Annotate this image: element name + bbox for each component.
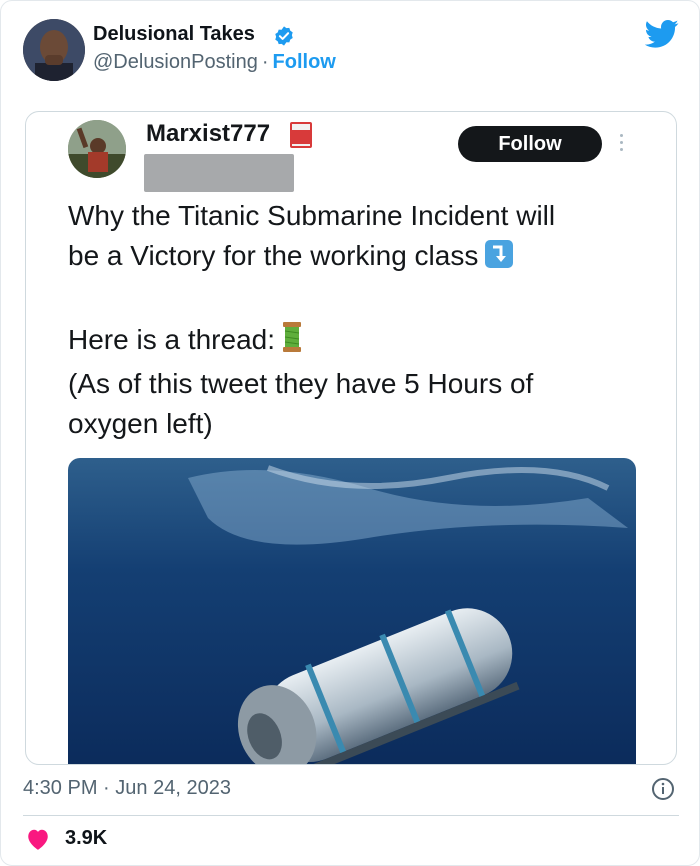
info-icon[interactable] [651, 777, 675, 801]
thread-line: Here is a thread: [68, 324, 275, 355]
thread-spool-emoji-icon [281, 321, 303, 364]
embedded-tweet-screenshot: Marxist777 Follow Why the Titanic Submar… [25, 111, 677, 765]
redacted-handle [144, 154, 294, 192]
down-arrow-emoji-icon [484, 239, 514, 280]
heart-icon[interactable] [25, 827, 51, 851]
closed-book-emoji-icon [290, 122, 312, 148]
footer-divider [23, 815, 679, 816]
embedded-tweet-text: Why the Titanic Submarine Incident will … [68, 196, 658, 444]
submarine-photo [68, 458, 636, 764]
follow-link[interactable]: Follow [273, 51, 336, 73]
text-line: Why the Titanic Submarine Incident will [68, 200, 556, 231]
author-avatar[interactable] [23, 19, 85, 81]
tweet-date: Jun 24, 2023 [115, 777, 231, 799]
embedded-avatar [68, 120, 126, 178]
text-line-with-emoji: be a Victory for the working class [68, 236, 658, 280]
text-line: (As of this tweet they have 5 Hours of [68, 368, 534, 399]
handle-separator: · [261, 51, 269, 73]
like-count[interactable]: 3.9K [65, 827, 107, 850]
tweet-time: 4:30 PM [23, 777, 98, 799]
text-line: be a Victory for the working class [68, 240, 479, 271]
tweet-card: Delusional Takes @DelusionPosting · Follow… [0, 0, 700, 866]
embedded-follow-button: Follow [458, 126, 602, 162]
author-name[interactable]: Delusional Takes [93, 23, 255, 46]
text-line-with-emoji: Here is a thread: [68, 320, 658, 364]
more-options-icon [620, 134, 626, 156]
author-handle-row: @DelusionPosting · Follow [93, 51, 336, 74]
twitter-bird-icon[interactable] [645, 19, 679, 49]
author-handle[interactable]: @DelusionPosting [93, 51, 258, 73]
tweet-timestamp[interactable]: 4:30 PM · Jun 24, 2023 [23, 777, 231, 800]
text-line: oxygen left) [68, 408, 213, 439]
verified-badge-icon [275, 26, 293, 46]
embedded-username: Marxist777 [146, 120, 271, 147]
timestamp-separator: · [103, 777, 110, 799]
